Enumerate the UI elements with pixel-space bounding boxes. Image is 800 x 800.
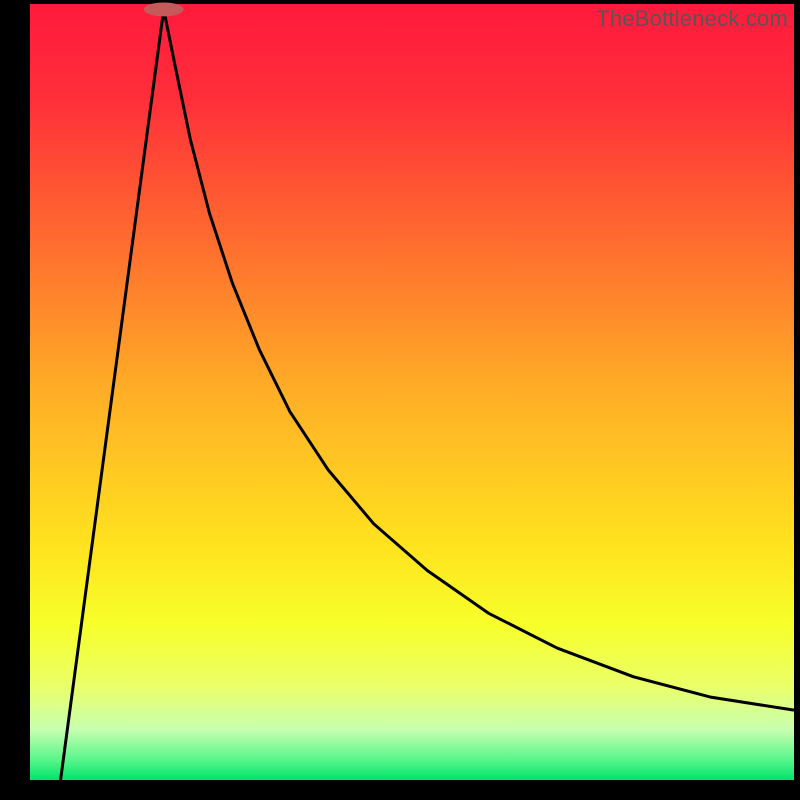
bottleneck-chart: [0, 0, 800, 800]
optimal-marker: [144, 2, 184, 16]
watermark-text: TheBottleneck.com: [596, 6, 788, 32]
chart-container: { "watermark": "TheBottleneck.com", "cha…: [0, 0, 800, 800]
chart-background: [30, 4, 794, 780]
